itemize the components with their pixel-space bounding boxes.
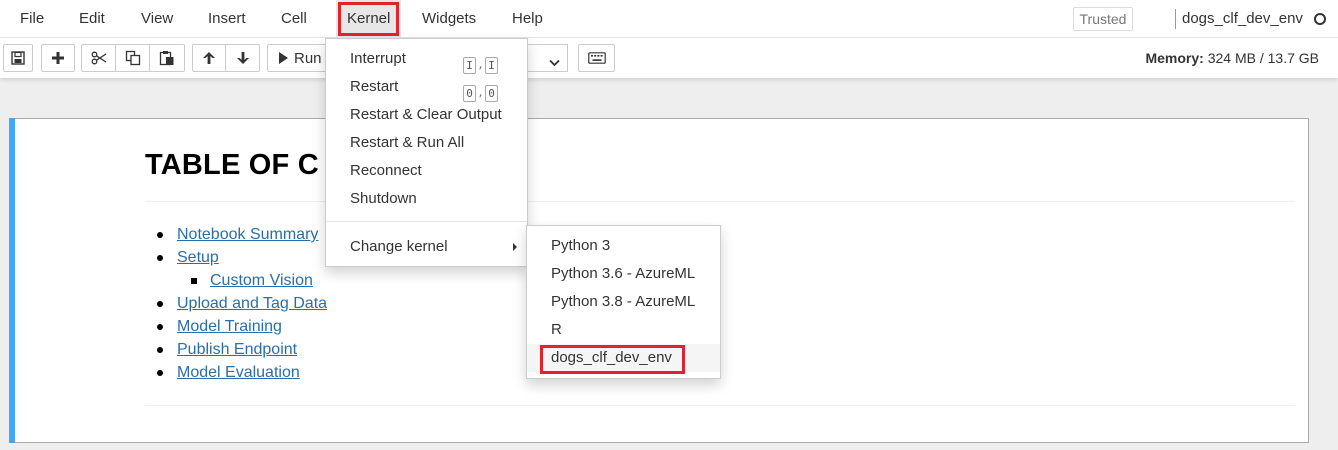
list-item: Model Evaluation [145,361,345,384]
bullet-icon [157,370,163,376]
run-icon [278,52,288,64]
insert-cell-button[interactable] [41,44,75,72]
list-item: Setup [145,246,345,269]
kernel-idle-indicator-icon [1314,13,1326,25]
menubar: File Edit View Insert Cell Kernel Widget… [0,0,1338,38]
command-palette-button[interactable] [578,44,615,72]
paste-button[interactable] [149,44,185,72]
move-up-button[interactable] [192,44,226,72]
keyboard-icon [587,52,606,64]
chevron-down-icon [549,54,560,70]
toc-link[interactable]: Publish Endpoint [177,338,297,361]
cut-icon [91,51,107,65]
menu-kernel[interactable]: Kernel [336,0,402,38]
toc-link[interactable]: Model Training [177,315,282,338]
toc-link[interactable]: Model Evaluation [177,361,300,384]
run-label: Run [294,49,322,67]
kernel-option-python38-azureml[interactable]: Python 3.8 - AzureML [527,288,720,316]
shortcut-key: 0 [463,84,476,102]
menu-view[interactable]: View [134,0,180,38]
selected-kernel-highlight [540,345,685,374]
menu-item-restart[interactable]: Restart 0,0 [326,73,527,102]
menu-insert[interactable]: Insert [201,0,253,38]
toolbar: Run Memory: 324 MB / 13.7 GB [0,38,1338,78]
footer-divider [145,405,1295,406]
menu-cell[interactable]: Cell [274,0,314,38]
memory-value: 324 MB / 13.7 GB [1207,50,1319,66]
move-down-button[interactable] [225,44,260,72]
copy-icon [125,50,141,66]
menu-help[interactable]: Help [505,0,550,38]
table-of-contents: Notebook Summary Setup Custom Vision Upl… [145,223,345,384]
save-icon [11,51,25,65]
menu-item-shutdown[interactable]: Shutdown [326,185,527,213]
list-item: Custom Vision [145,269,345,292]
menu-item-reconnect[interactable]: Reconnect [326,157,527,185]
menu-item-label: Interrupt [350,50,406,67]
kernel-option-r[interactable]: R [527,316,720,344]
shortcut-key: 0 [485,84,498,102]
arrow-up-icon [202,51,216,65]
menu-item-label: Restart [350,78,399,95]
list-item: Model Training [145,315,345,338]
save-button[interactable] [3,44,33,72]
list-item: Notebook Summary [145,223,345,246]
arrow-down-icon [236,51,250,65]
menu-item-interrupt[interactable]: Interrupt I,I [326,45,527,74]
shortcut-key: I [463,56,476,74]
shortcut-key: I [485,56,498,74]
trusted-badge[interactable]: Trusted [1073,7,1133,31]
list-item: Publish Endpoint [145,338,345,361]
caret-right-icon [513,243,517,251]
bullet-icon [157,232,163,238]
kernel-dropdown-menu: Interrupt I,I Restart 0,0 Restart & Clea… [325,38,528,267]
paste-icon [159,50,175,66]
kernel-separator [1175,9,1176,29]
toc-link[interactable]: Setup [177,246,219,269]
memory-label: Memory: [1145,50,1204,66]
bullet-icon [157,301,163,307]
menu-divider [326,221,527,222]
kernel-option-python36-azureml[interactable]: Python 3.6 - AzureML [527,260,720,288]
cell-type-select[interactable] [525,44,568,72]
list-item: Upload and Tag Data [145,292,345,315]
cut-button[interactable] [81,44,116,72]
menu-item-restart-run-all[interactable]: Restart & Run All [326,129,527,157]
menu-item-restart-clear-output[interactable]: Restart & Clear Output [326,101,527,129]
menu-item-change-kernel[interactable]: Change kernel [326,233,527,261]
toc-link[interactable]: Upload and Tag Data [177,292,327,315]
kernel-option-python3[interactable]: Python 3 [527,232,720,260]
bullet-icon [157,347,163,353]
square-bullet-icon [191,278,197,284]
kernel-name[interactable]: dogs_clf_dev_env [1182,0,1303,38]
cell-heading: TABLE OF C [145,149,319,181]
menu-item-label: Change kernel [350,238,448,255]
menu-file[interactable]: File [13,0,51,38]
bullet-icon [157,324,163,330]
run-button[interactable]: Run [267,44,327,72]
bullet-icon [157,255,163,261]
menu-edit[interactable]: Edit [72,0,112,38]
memory-usage: Memory: 324 MB / 13.7 GB [1145,38,1319,78]
heading-divider [145,201,1295,202]
toc-link[interactable]: Notebook Summary [177,223,318,246]
copy-button[interactable] [115,44,150,72]
plus-icon [51,51,65,65]
selected-cell-indicator [9,118,15,443]
toc-link[interactable]: Custom Vision [210,269,313,292]
menu-widgets[interactable]: Widgets [415,0,483,38]
